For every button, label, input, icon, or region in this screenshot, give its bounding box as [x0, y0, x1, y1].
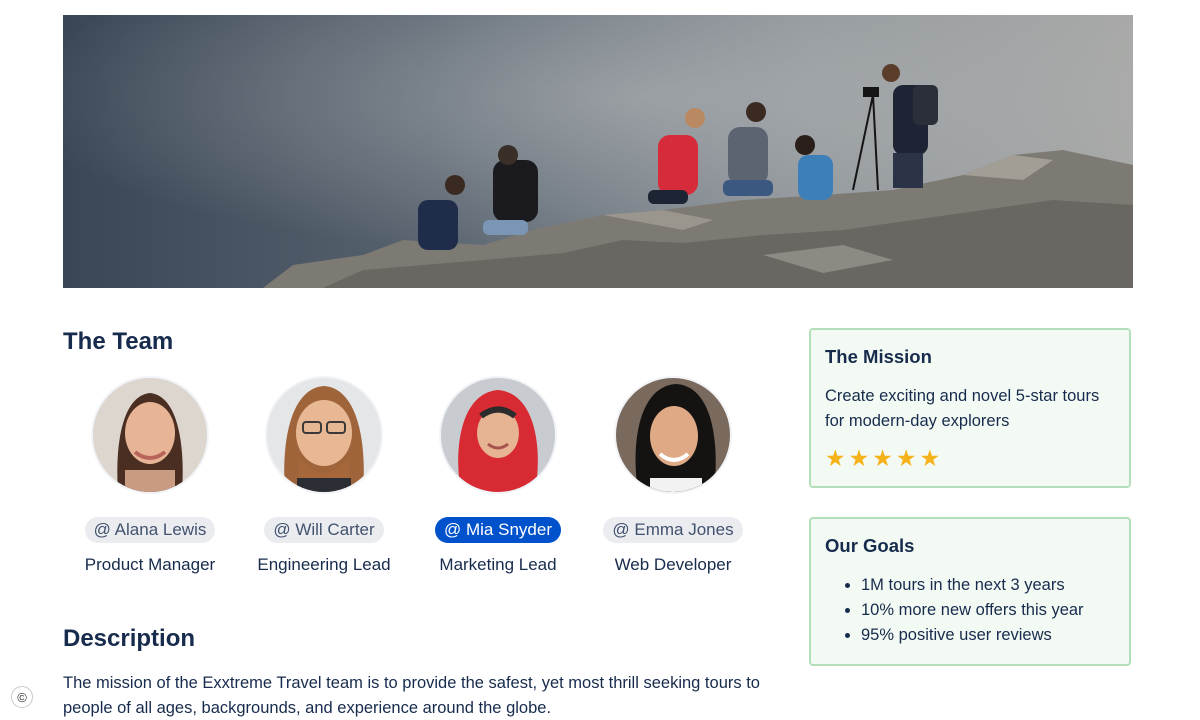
member-role: Marketing Lead: [439, 555, 557, 574]
team-member-card: @ Emma Jones Web Developer: [578, 378, 768, 575]
description-text: The mission of the Exxtreme Travel team …: [63, 674, 760, 717]
team-member-card: @ Mia Snyder Marketing Lead: [403, 378, 593, 575]
mention-chip[interactable]: @ Alana Lewis: [84, 517, 216, 543]
description-heading: Description: [63, 625, 196, 652]
mention-chip[interactable]: @ Will Carter: [264, 517, 384, 543]
list-item: 95% positive user reviews: [861, 623, 1084, 648]
goals-list: 1M tours in the next 3 years 10% more ne…: [825, 573, 1084, 648]
team-member-card: @ Alana Lewis Product Manager: [55, 378, 245, 575]
star-icon: ★: [825, 445, 846, 471]
team-heading: The Team: [63, 328, 174, 355]
member-role: Web Developer: [614, 555, 732, 574]
mention-chip-selected[interactable]: @ Mia Snyder: [435, 517, 561, 543]
copyright-icon: ©: [11, 686, 33, 708]
avatar: [93, 378, 207, 492]
member-role: Product Manager: [84, 555, 216, 574]
mention-chip[interactable]: @ Emma Jones: [603, 517, 743, 543]
star-rating: ★ ★ ★ ★ ★: [825, 446, 940, 470]
star-icon: ★: [848, 445, 870, 471]
mission-heading: The Mission: [825, 346, 932, 367]
goals-panel: Our Goals 1M tours in the next 3 years 1…: [809, 517, 1131, 666]
list-item: 10% more new offers this year: [861, 598, 1084, 623]
avatar: [441, 378, 555, 492]
star-icon: ★: [919, 445, 941, 471]
list-item: 1M tours in the next 3 years: [861, 573, 1084, 598]
team-member-card: @ Will Carter Engineering Lead: [229, 378, 419, 575]
star-icon: ★: [872, 445, 893, 471]
mission-text: Create exciting and novel 5-star tours f…: [825, 387, 1100, 430]
hero-image: [63, 15, 1133, 288]
mission-panel: The Mission Create exciting and novel 5-…: [809, 328, 1131, 488]
avatar: [616, 378, 730, 492]
member-role: Engineering Lead: [257, 555, 391, 574]
avatar: [267, 378, 381, 492]
star-icon: ★: [895, 445, 917, 471]
goals-heading: Our Goals: [825, 535, 915, 556]
